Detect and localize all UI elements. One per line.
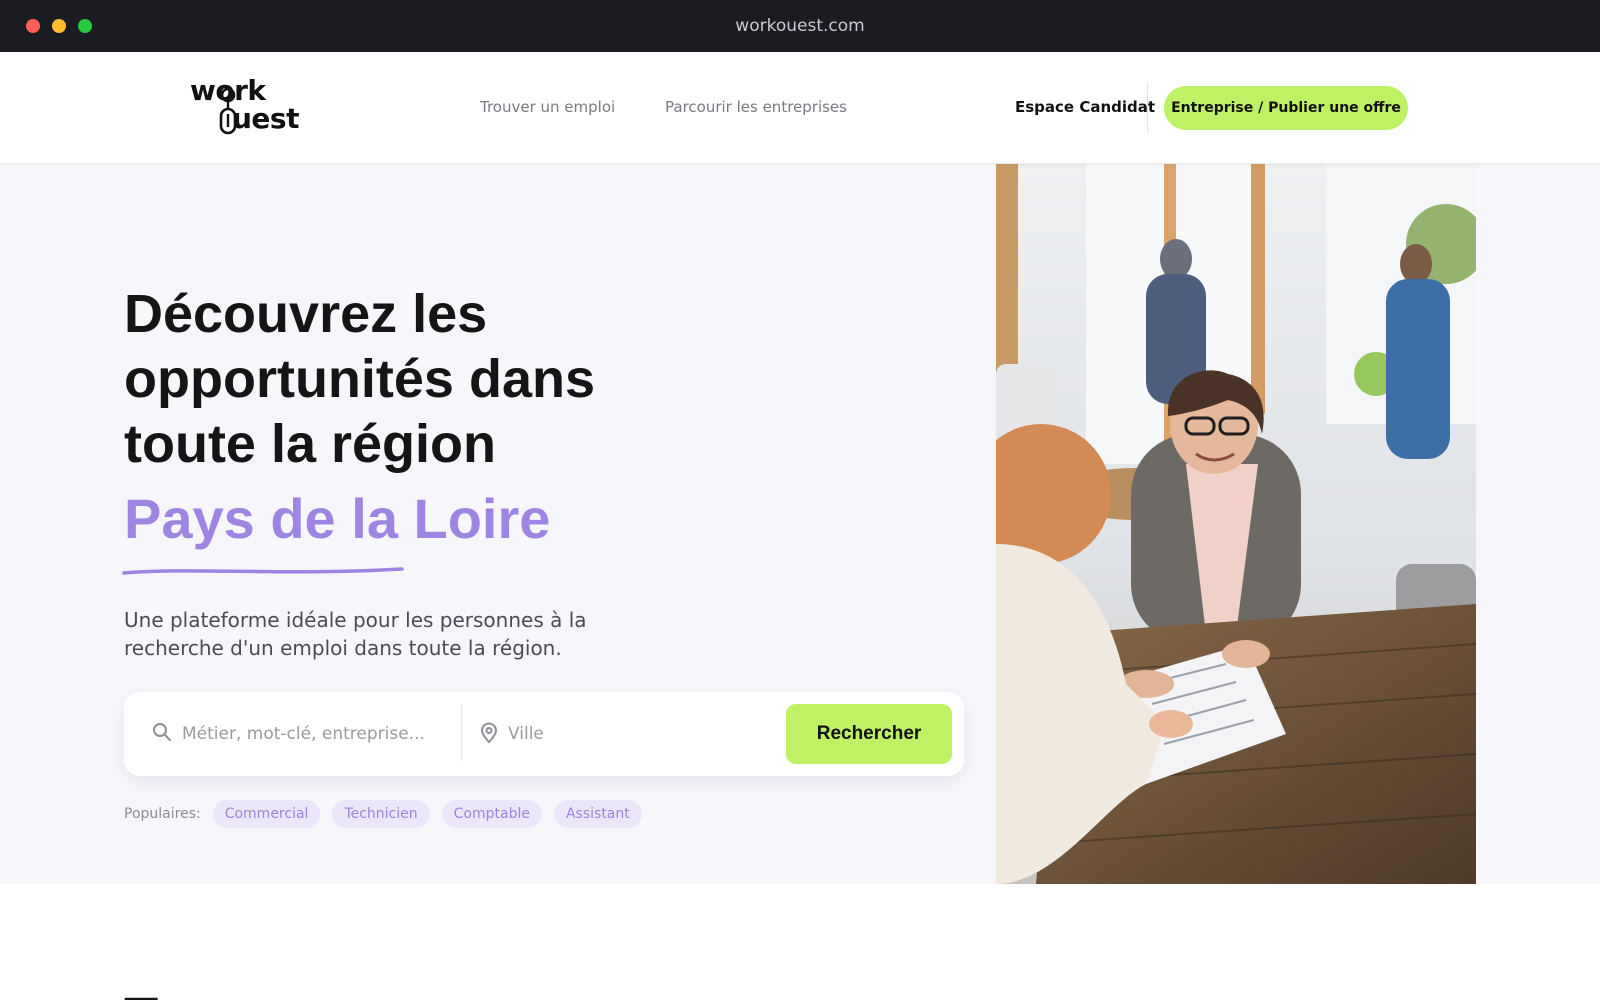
browser-chrome: workouest.com [0,0,1600,52]
popular-tag[interactable]: Technicien [332,800,430,828]
region-underline [122,567,404,575]
candidate-space-link[interactable]: Espace Candidat [1015,98,1155,116]
popular-tag[interactable]: Commercial [212,800,321,828]
keyword-search-input[interactable] [182,710,450,758]
search-field-divider [461,704,462,762]
hero-subtitle: Une plateforme idéale pour les personnes… [124,608,587,660]
headline-line: Découvrez les [124,284,488,344]
popular-tag[interactable]: Comptable [441,800,542,828]
job-search-bar: Rechercher [124,692,964,776]
map-pin-icon [480,722,498,744]
search-icon [153,723,171,741]
publish-offer-button[interactable]: Entreprise / Publier une offre [1164,86,1408,130]
header-divider [1147,82,1148,132]
popular-searches: Populaires: Commercial Technicien Compta… [124,800,654,828]
next-heading-partial: Tr [124,985,177,1000]
headline-line: opportunités dans [124,349,595,409]
next-section-heading: Tr [124,984,177,1000]
workouest-logo[interactable]: work uest [190,74,300,140]
nav-find-job[interactable]: Trouver un emploi [480,98,615,116]
popular-label: Populaires: [124,806,201,822]
logo-text-uest: uest [232,102,299,135]
city-input[interactable] [508,710,788,758]
nav-browse-companies[interactable]: Parcourir les entreprises [665,98,847,116]
headline-line: toute la région [124,414,497,474]
search-submit-button[interactable]: Rechercher [786,704,952,764]
hero-photo [996,164,1476,884]
browser-url[interactable]: workouest.com [0,16,1600,36]
hero-headline: Découvrez les opportunités dans toute la… [124,282,684,477]
region-highlight: Pays de la Loire [124,487,551,550]
site-header: work uest Trouver un emploi Parcourir le… [0,52,1600,164]
popular-tag[interactable]: Assistant [553,800,642,828]
